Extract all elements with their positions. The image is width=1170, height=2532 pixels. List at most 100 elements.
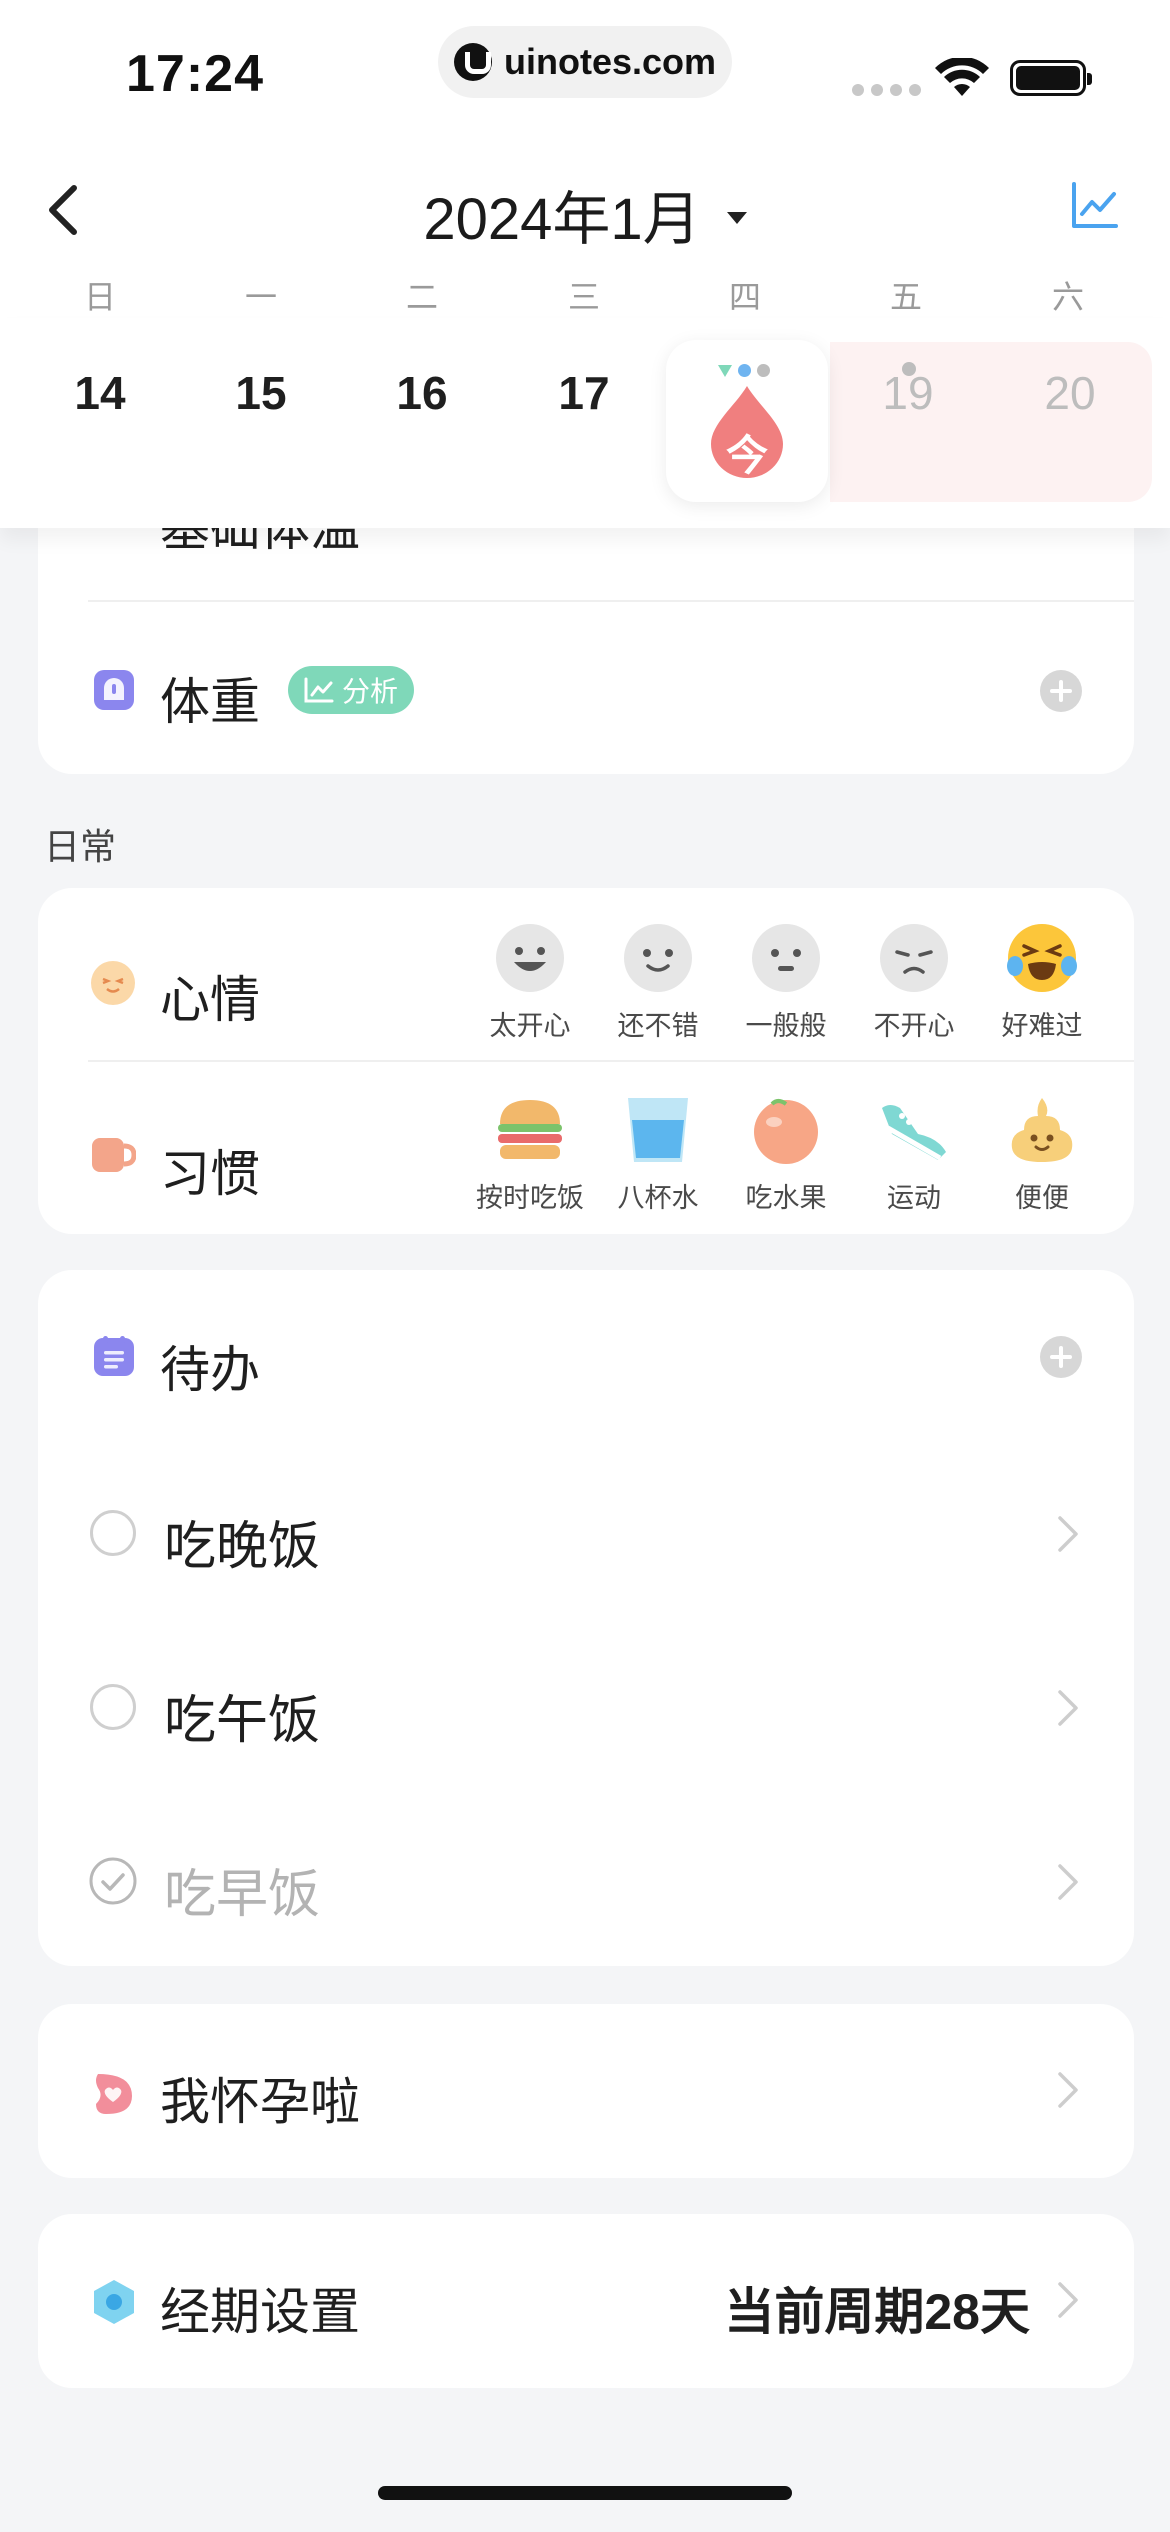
todo-item-label: 吃晚饭	[164, 1518, 321, 1576]
mood-option-label: 一般般	[745, 1011, 827, 1041]
chevron-right-icon	[1058, 1864, 1078, 1900]
todo-item[interactable]: 吃早饭	[38, 1830, 1134, 1930]
cellular-signal-icon	[852, 84, 921, 96]
water-glass-icon	[628, 1098, 688, 1162]
url-text: uinotes.com	[503, 41, 717, 82]
pregnancy-label: 我怀孕啦	[160, 2074, 360, 2130]
date-cell[interactable]: 17	[524, 366, 644, 420]
habit-option-label: 按时吃饭	[476, 1183, 584, 1213]
habit-option[interactable]: 按时吃饭	[470, 1094, 590, 1215]
period-settings-card[interactable]: 经期设置 当前周期28天	[38, 2214, 1134, 2388]
todo-item-label: 吃午饭	[164, 1692, 321, 1750]
calendar-header: 2024年1月 日 一 二 三 四 五 六	[0, 150, 1170, 320]
date-cell[interactable]: 15	[201, 366, 321, 420]
date-cell[interactable]: 19	[848, 366, 968, 420]
habit-option[interactable]: 便便	[982, 1094, 1102, 1215]
date-cell[interactable]: 16	[362, 366, 482, 420]
period-hexagon-icon	[94, 2280, 134, 2324]
weight-row[interactable]: 体重 分析	[38, 640, 1134, 740]
mood-option[interactable]: 好难过	[982, 922, 1102, 1043]
date-cell[interactable]: 20	[1010, 366, 1130, 420]
month-title: 2024年1月	[423, 187, 701, 252]
period-settings-label: 经期设置	[160, 2284, 360, 2340]
todo-item-label: 吃早饭	[164, 1866, 321, 1924]
neutral-face-icon	[752, 924, 820, 992]
analysis-badge[interactable]: 分析	[288, 666, 415, 714]
weekday-label: 六	[1051, 279, 1084, 315]
habit-option-label: 运动	[887, 1183, 941, 1213]
mood-option[interactable]: 不开心	[854, 922, 974, 1043]
today-date-cell[interactable]: 今	[666, 340, 828, 502]
status-time: 17:24	[126, 45, 264, 103]
mood-option-label: 太开心	[489, 1011, 571, 1041]
crying-face-icon	[1007, 924, 1077, 992]
date-cell[interactable]: 14	[40, 366, 160, 420]
divider	[88, 600, 1134, 602]
mood-label: 心情	[160, 972, 260, 1028]
habit-option[interactable]: 吃水果	[726, 1094, 846, 1215]
mood-option-label: 还不错	[617, 1011, 699, 1041]
burger-icon	[498, 1100, 562, 1159]
daily-card: 心情 太开心 还不错 一般般 不开心 好难过 习惯 按时吃饭 八杯水 吃水果 运…	[38, 888, 1134, 1234]
todo-checkbox[interactable]	[90, 1510, 136, 1556]
weekday-label: 四	[728, 279, 761, 315]
home-indicator	[378, 2486, 792, 2500]
marker-dot	[757, 364, 770, 377]
weekday-label: 一	[244, 279, 277, 315]
mood-option[interactable]: 还不错	[598, 922, 718, 1043]
wifi-icon	[935, 58, 989, 96]
todo-label: 待办	[160, 1342, 260, 1398]
url-pill[interactable]: uinotes.com	[438, 26, 732, 98]
today-markers	[718, 364, 770, 377]
chevron-right-icon	[1058, 2282, 1078, 2318]
habit-option-label: 便便	[1015, 1183, 1069, 1213]
habit-option[interactable]: 八杯水	[598, 1094, 718, 1215]
add-todo-button[interactable]	[1040, 1336, 1082, 1378]
mood-option-label: 好难过	[1001, 1011, 1083, 1041]
very-happy-face-icon	[496, 924, 564, 992]
week-date-strip: 14 15 16 17 今 19 20	[0, 318, 1170, 528]
battery-icon	[1010, 60, 1092, 96]
scale-icon	[94, 670, 134, 710]
month-picker[interactable]: 2024年1月	[0, 172, 1170, 256]
weekday-label: 日	[83, 279, 116, 315]
status-bar: 17:24 uinotes.com	[0, 0, 1170, 150]
todo-item[interactable]: 吃午饭	[38, 1656, 1134, 1756]
weight-label: 体重	[160, 674, 260, 730]
add-weight-button[interactable]	[1040, 670, 1082, 712]
analysis-badge-label: 分析	[342, 676, 399, 707]
habit-row: 习惯 按时吃饭 八杯水 吃水果 运动 便便	[38, 1094, 1134, 1213]
habit-option[interactable]: 运动	[854, 1094, 974, 1215]
weekday-label: 五	[889, 279, 922, 315]
weekday-row: 日 一 二 三 四 五 六	[0, 272, 1170, 316]
pregnancy-card[interactable]: 我怀孕啦	[38, 2004, 1134, 2178]
divider	[88, 1060, 1134, 1062]
mood-row: 心情 太开心 还不错 一般般 不开心 好难过	[38, 922, 1134, 1041]
mood-face-icon	[91, 961, 135, 1005]
mood-option[interactable]: 太开心	[470, 922, 590, 1043]
trend-mini-icon	[304, 677, 334, 703]
chevron-right-icon	[1058, 1516, 1078, 1552]
weekday-label: 二	[405, 279, 438, 315]
todo-list-icon	[94, 1336, 134, 1376]
caret-down-icon	[726, 211, 747, 224]
cup-icon	[92, 1138, 136, 1172]
todo-header: 待办	[38, 1308, 1134, 1408]
weekday-label: 三	[567, 279, 600, 315]
trend-chart-icon[interactable]	[1070, 180, 1120, 230]
habit-label: 习惯	[160, 1146, 260, 1202]
todo-checkbox[interactable]	[90, 1684, 136, 1730]
todo-card: 待办 吃晚饭 吃午饭 吃早饭	[38, 1270, 1134, 1966]
temperature-marker-icon	[718, 364, 732, 377]
mood-option-label: 不开心	[873, 1011, 955, 1041]
unhappy-face-icon	[880, 924, 948, 992]
poop-icon	[1011, 1098, 1073, 1162]
good-face-icon	[624, 924, 692, 992]
chevron-right-icon	[1058, 2072, 1078, 2108]
mood-option[interactable]: 一般般	[726, 922, 846, 1043]
todo-item[interactable]: 吃晚饭	[38, 1482, 1134, 1582]
site-logo-icon	[453, 43, 492, 81]
marker-dot	[738, 364, 751, 377]
peach-icon	[754, 1099, 818, 1164]
checked-circle-icon[interactable]	[88, 1856, 138, 1906]
